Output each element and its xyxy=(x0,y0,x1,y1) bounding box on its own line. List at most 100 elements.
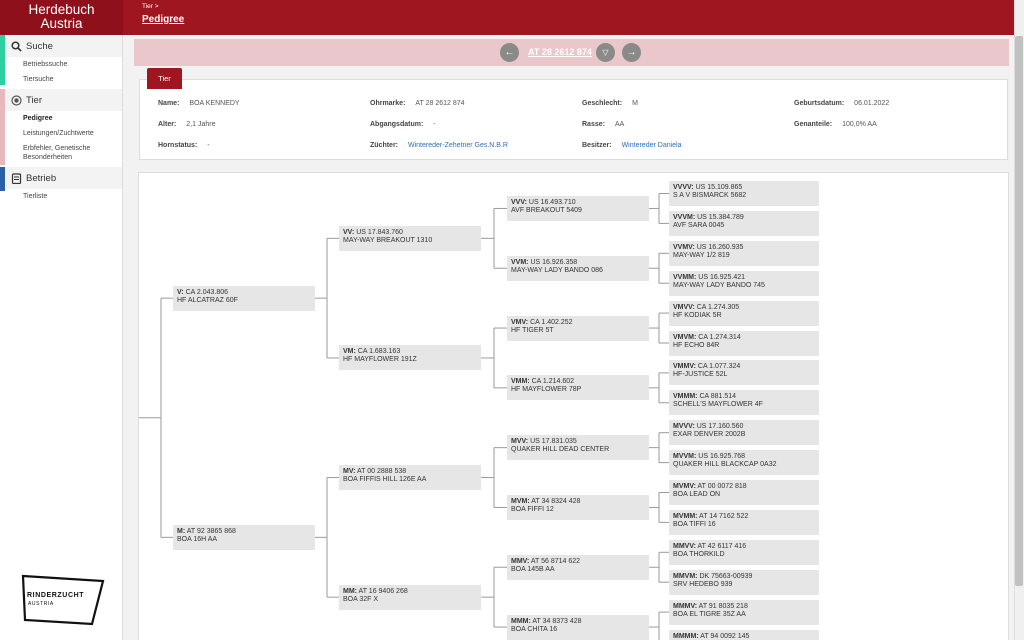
pedigree-box-vvmv[interactable]: VVMV: US 16.260.935 MAY-WAY 1/2 819 xyxy=(669,240,819,266)
pedigree-line-1: MMVV: AT 42 6117 416 xyxy=(673,543,815,551)
pedigree-line-1: VM: CA 1.683.163 xyxy=(343,348,477,356)
pedigree-box-vmv[interactable]: VMV: CA 1.402.252 HF TIGER 5T xyxy=(507,315,649,341)
next-animal-button[interactable]: → xyxy=(622,43,641,62)
sidebar-head-tier[interactable]: Tier xyxy=(0,89,122,111)
pedigree-box-mv[interactable]: MV: AT 00 2888 538 BOA FIFFIS HILL 126E A… xyxy=(339,465,481,491)
sidebar-head-suche[interactable]: Suche xyxy=(0,35,122,57)
previous-animal-button[interactable]: ← xyxy=(500,43,519,62)
page-title: Pedigree xyxy=(142,14,185,25)
sidebar-item-pedigree[interactable]: Pedigree xyxy=(0,111,122,126)
pedigree-line-1: V: CA 2.043.806 xyxy=(177,289,311,297)
pedigree-line-1: VVVV: US 15.109.865 xyxy=(673,184,815,192)
animal-nav-bar: ← AT 28 2612 874 ▽ → xyxy=(134,39,1009,66)
pedigree-line-1: MV: AT 00 2888 538 xyxy=(343,468,477,476)
value: 2,1 Jahre xyxy=(186,121,216,128)
sidebar-head-betrieb[interactable]: Betrieb xyxy=(0,167,122,189)
field-alter: Alter: 2,1 Jahre xyxy=(158,121,215,128)
sidebar-item-tiersuche[interactable]: Tiersuche xyxy=(0,72,122,87)
breeder-link[interactable]: Wintereder-Zehetner Ges.N.B.R xyxy=(408,142,508,149)
label: Ohrmarke: xyxy=(370,100,406,107)
pedigree-line-1: MMM: AT 34 8373 428 xyxy=(511,618,645,626)
pedigree-box-mmm[interactable]: MMM: AT 34 8373 428 BOA CHITA 16 xyxy=(507,614,649,640)
pedigree-box-vvm[interactable]: VVM: US 16.926.358 MAY-WAY LADY BANDO 086 xyxy=(507,255,649,281)
animal-menu-button[interactable]: ▽ xyxy=(596,43,615,62)
pedigree-id: CA 1.274.314 xyxy=(696,333,741,341)
pedigree-animal-name: HF ALCATRAZ 60F xyxy=(177,296,238,304)
pedigree-box-vvv[interactable]: VVV: US 16.493.710 AVF BREAKOUT 5409 xyxy=(507,195,649,221)
pedigree-id: CA 1.274.305 xyxy=(694,303,740,311)
pedigree-box-vmvm[interactable]: VMVM: CA 1.274.314 HF ECHO 84R xyxy=(669,330,819,356)
pedigree-role: MMMM: xyxy=(673,632,699,640)
pedigree-box-mmv[interactable]: MMV: AT 56 8714 622 BOA 145B AA xyxy=(507,554,649,580)
field-geschlecht: Geschlecht: M xyxy=(582,100,638,107)
pedigree-role: VMVV: xyxy=(673,303,695,311)
pedigree-animal-name: HF MAYFLOWER 191Z xyxy=(343,356,417,364)
sidebar-item-betriebssuche[interactable]: Betriebssuche xyxy=(0,57,122,72)
sidebar-item-tierliste[interactable]: Tierliste xyxy=(0,189,122,204)
pedigree-box-vm[interactable]: VM: CA 1.683.163 HF MAYFLOWER 191Z xyxy=(339,345,481,371)
pedigree-box-mvmm[interactable]: MVMM: AT 14 7162 522 BOA TIFFI 16 xyxy=(669,509,819,535)
pedigree-line-1: MMMV: AT 91 8035 218 xyxy=(673,603,815,611)
barn-icon xyxy=(10,172,22,184)
pedigree-box-mvm[interactable]: MVM: AT 34 8324 428 BOA FIFFI 12 xyxy=(507,494,649,520)
pedigree-animal-name: BOA 16H AA xyxy=(177,535,218,543)
label: Geschlecht: xyxy=(582,100,623,107)
pedigree-id: CA 1.402.252 xyxy=(528,318,573,326)
pedigree-box-v[interactable]: V: CA 2.043.806 HF ALCATRAZ 60F xyxy=(173,285,315,311)
pedigree-animal-name: QUAKER HILL BLACKCAP 0A32 xyxy=(673,461,777,469)
pedigree-animal-name: SRV HEDEBO 939 xyxy=(673,580,733,588)
pedigree-box-mm[interactable]: MM: AT 16 9406 268 BOA 32F X xyxy=(339,584,481,610)
breadcrumb[interactable]: Tier > xyxy=(142,3,159,10)
pedigree-line-1: VMV: CA 1.402.252 xyxy=(511,319,645,327)
pedigree-box-mmvm[interactable]: MMVM: DK 75663-00939 SRV HEDEBO 939 xyxy=(669,569,819,595)
pedigree-box-vv[interactable]: VV: US 17.843.760 MAY-WAY BREAKOUT 1310 xyxy=(339,225,481,251)
pedigree-box-vvvv[interactable]: VVVV: US 15.109.865 S A V BISMARCK 5682 xyxy=(669,181,819,206)
pedigree-animal-name: AVF BREAKOUT 5409 xyxy=(511,206,582,214)
pedigree-id: AT 34 8373 428 xyxy=(530,617,582,625)
pedigree-line-1: VV: US 17.843.760 xyxy=(343,229,477,237)
pedigree-box-mvv[interactable]: MVV: US 17.831.035 QUAKER HILL DEAD CENTE… xyxy=(507,435,649,461)
pedigree-id: CA 1.214.602 xyxy=(529,378,575,386)
owner-link[interactable]: Wintereder Daniela xyxy=(622,142,682,149)
value: - xyxy=(207,142,210,149)
pedigree-id: AT 92 3865 868 xyxy=(185,527,236,535)
pedigree-animal-name: QUAKER HILL DEAD CENTER xyxy=(511,446,610,454)
value: AT 28 2612 874 xyxy=(415,100,465,107)
sidebar-item-erbfehler[interactable]: Erbfehler, Genetische Besonderheiten xyxy=(0,141,122,165)
pedigree-line-1: MVVM: US 16.925.768 xyxy=(673,453,815,461)
pedigree-role: MVM: xyxy=(511,497,530,505)
pedigree-box-mvvv[interactable]: MVVV: US 17.160.560 EXAR DENVER 2002B xyxy=(669,420,819,446)
scrollbar-thumb[interactable] xyxy=(1015,36,1023,586)
pedigree-role: VMMV: xyxy=(673,363,696,371)
pedigree-box-mvvm[interactable]: MVVM: US 16.925.768 QUAKER HILL BLACKCAP … xyxy=(669,450,819,476)
herdebuch-logo[interactable]: Herdebuch Austria xyxy=(0,0,123,35)
arrow-right-icon: → xyxy=(626,47,637,58)
pedigree-line-1: MVMV: AT 00 0072 818 xyxy=(673,483,815,491)
animal-id-link[interactable]: AT 28 2612 874 xyxy=(528,47,592,57)
pedigree-box-m[interactable]: M: AT 92 3865 868 BOA 16H AA xyxy=(173,524,315,550)
pedigree-box-vvvm[interactable]: VVVM: US 15.384.789 AVF SARA 0045 xyxy=(669,210,819,236)
label: Geburtsdatum: xyxy=(794,100,845,107)
label: Rasse: xyxy=(582,121,605,128)
pedigree-id: AT 91 8035 218 xyxy=(697,602,748,610)
pedigree-line-1: MMV: AT 56 8714 622 xyxy=(511,558,645,566)
pedigree-box-mvmv[interactable]: MVMV: AT 00 0072 818 BOA LEAD ON xyxy=(669,480,819,505)
tab-tier[interactable]: Tier xyxy=(147,68,182,89)
pedigree-box-vmmv[interactable]: VMMV: CA 1.077.324 HF-JUSTICE 52L xyxy=(669,360,819,386)
value: 100,0% AA xyxy=(842,121,877,128)
pedigree-box-mmmv[interactable]: MMMV: AT 91 8035 218 BOA EL TIGRE 35Z AA xyxy=(669,599,819,625)
pedigree-box-mmmm[interactable]: MMMM: AT 94 0092 145 xyxy=(669,629,819,640)
pedigree-box-vmm[interactable]: VMM: CA 1.214.602 HF MAYFLOWER 78P xyxy=(507,375,649,401)
pedigree-animal-name: AVF SARA 0045 xyxy=(673,221,725,229)
main-content: ← AT 28 2612 874 ▽ → Name: BOA KENNEDY Oh… xyxy=(134,39,1009,640)
pedigree-box-vmmm[interactable]: VMMM: CA 881.514 SCHELL'S MAYFLOWER 4F xyxy=(669,390,819,416)
pedigree-box-vmvv[interactable]: VMVV: CA 1.274.305 HF KODIAK 5R xyxy=(669,300,819,326)
sidebar-item-leistungen[interactable]: Leistungen/Zuchtwerte xyxy=(0,126,122,141)
pedigree-animal-name: MAY-WAY BREAKOUT 1310 xyxy=(343,236,433,244)
pedigree-box-mmvv[interactable]: MMVV: AT 42 6117 416 BOA THORKILD xyxy=(669,539,819,565)
pedigree-box-vvmm[interactable]: VVMM: US 16.925.421 MAY-WAY LADY BANDO 74… xyxy=(669,270,819,296)
page-scrollbar[interactable] xyxy=(1014,0,1024,640)
pedigree-role: VMM: xyxy=(511,378,530,386)
pedigree-animal-name: BOA TIFFI 16 xyxy=(673,520,716,528)
field-rasse: Rasse: AA xyxy=(582,121,624,128)
